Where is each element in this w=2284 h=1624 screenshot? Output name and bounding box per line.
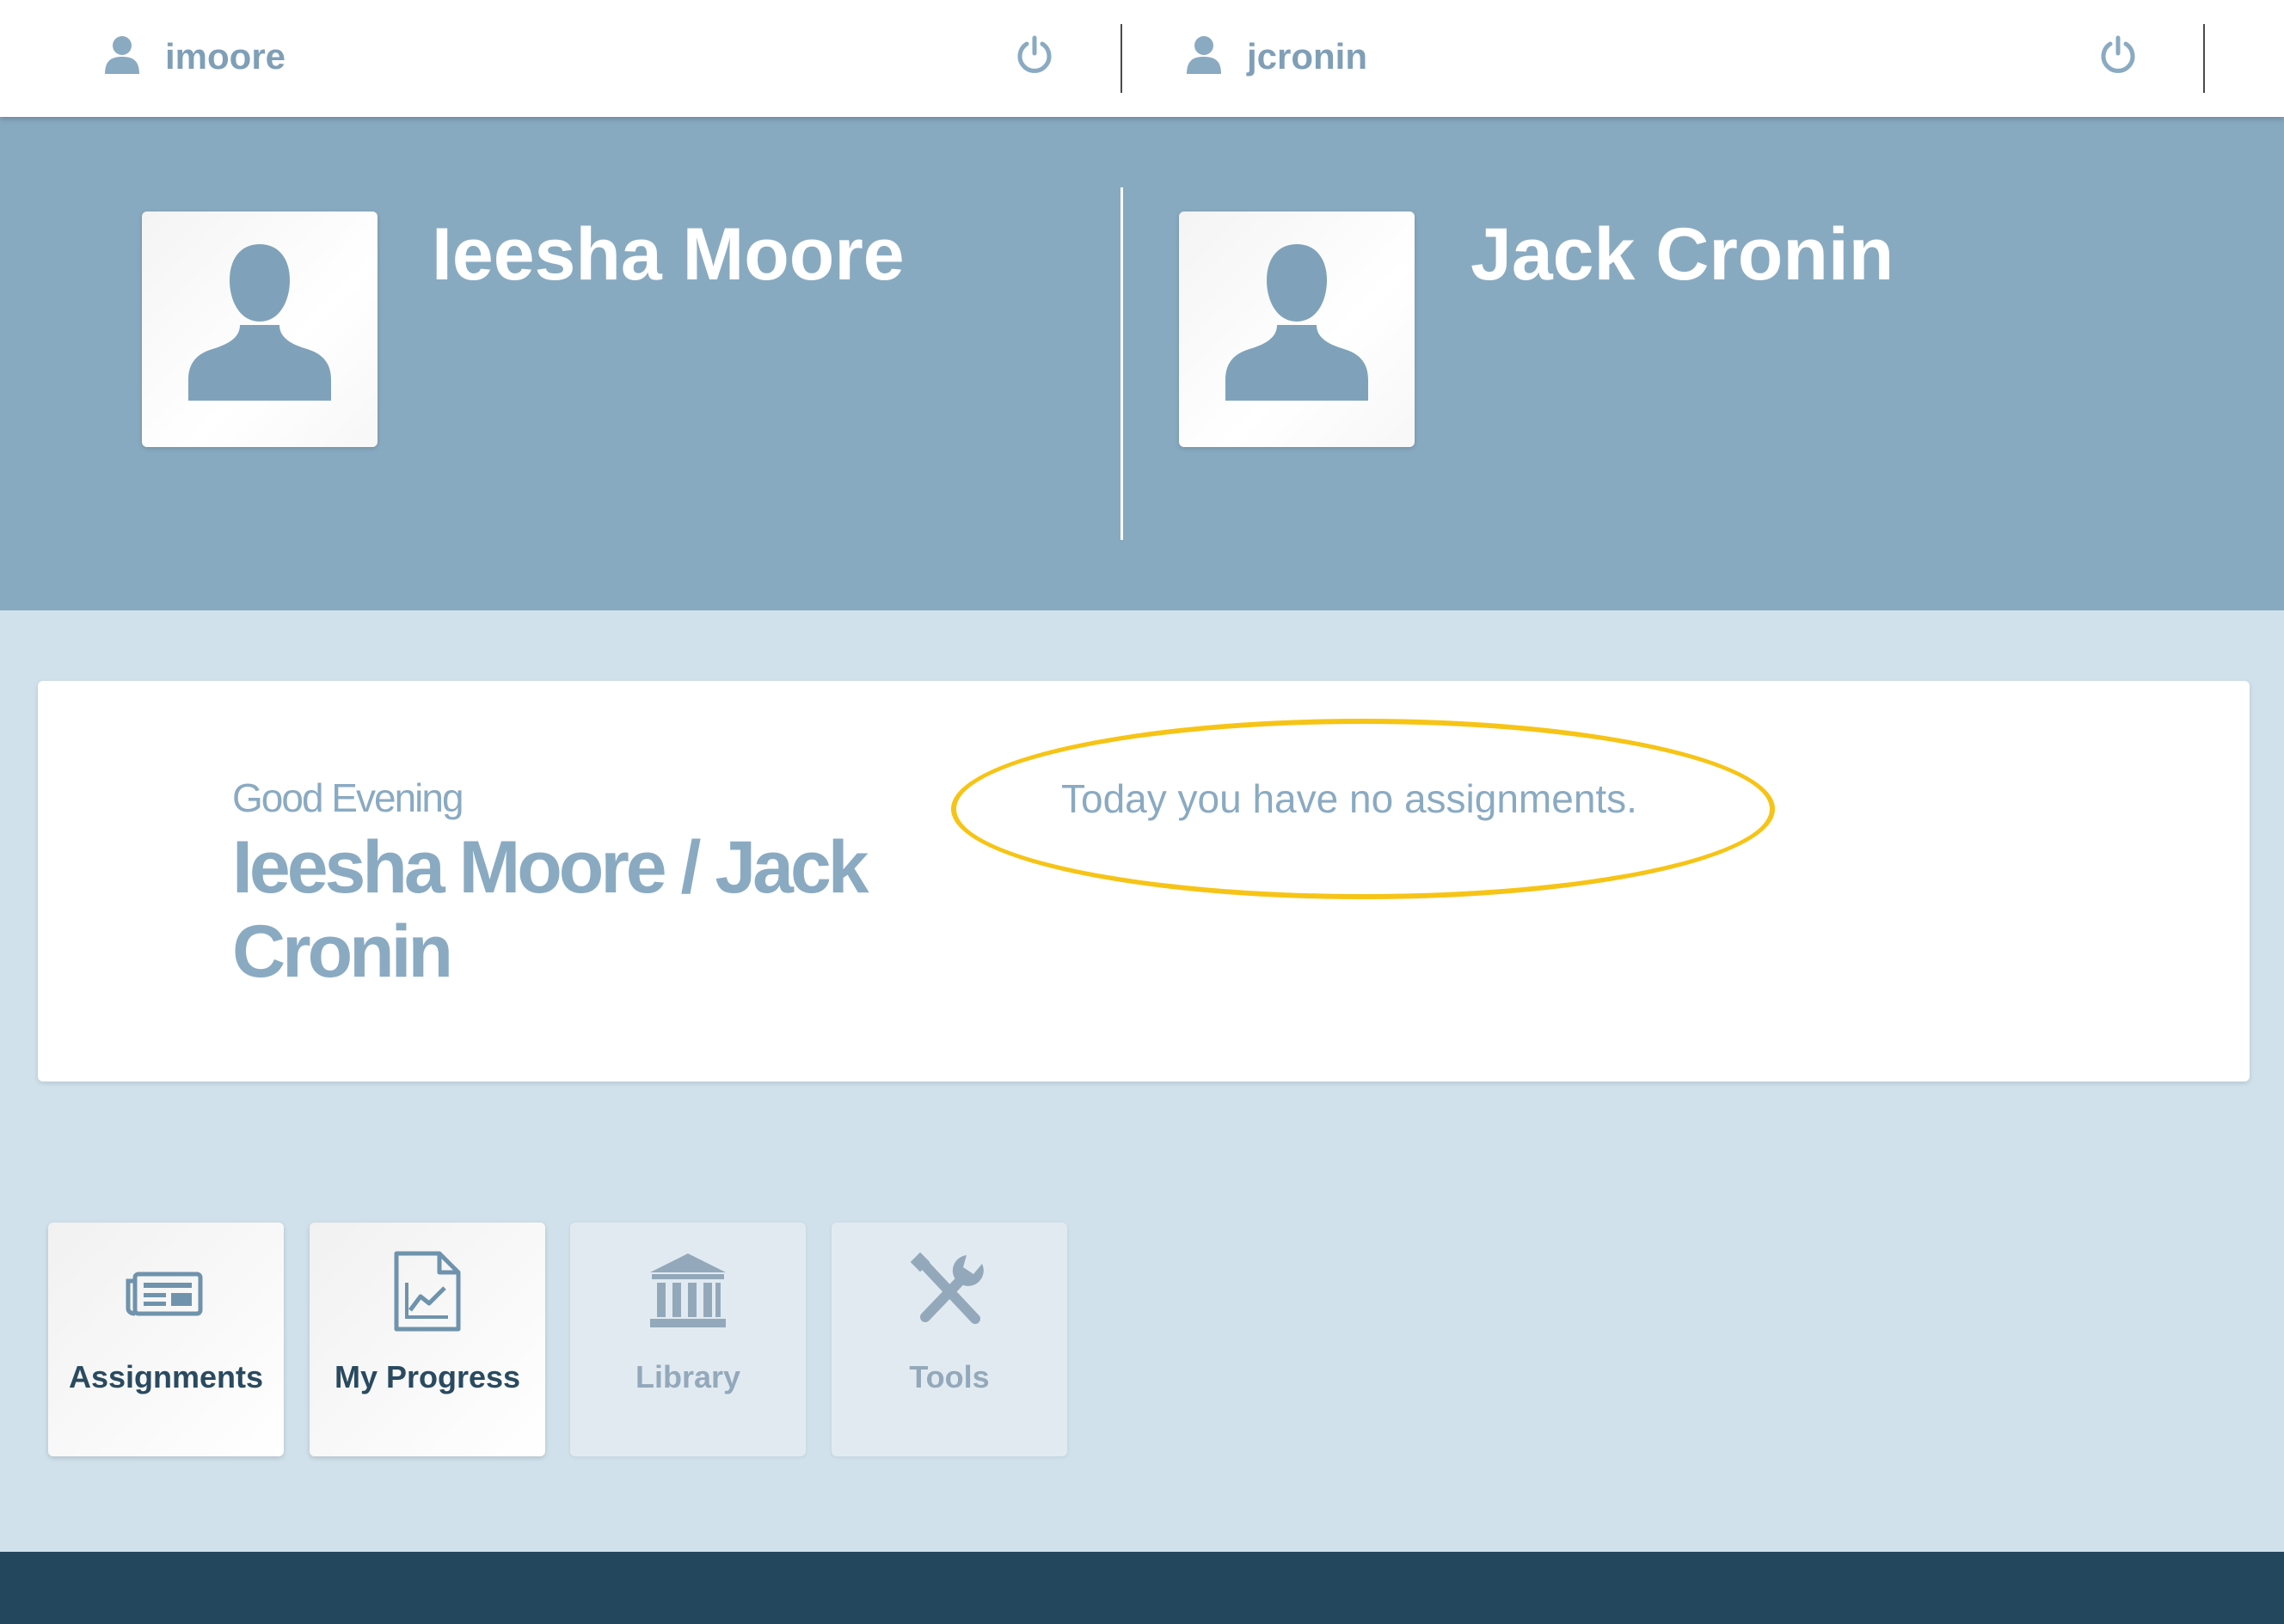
tile-label: Tools — [909, 1359, 990, 1394]
top-user-bar: imoore jcronin — [0, 0, 2284, 117]
my-progress-tile[interactable]: My Progress — [310, 1223, 545, 1456]
footer-bar — [0, 1552, 2284, 1624]
greeting-salutation: Good Evening — [232, 775, 464, 820]
session-imoore: imoore — [0, 0, 1123, 117]
user-icon — [105, 36, 139, 74]
power-icon[interactable] — [2098, 34, 2138, 74]
user-icon — [1187, 36, 1221, 74]
tile-label: My Progress — [334, 1359, 521, 1394]
person-silhouette-icon — [1225, 244, 1368, 401]
profile-divider — [1121, 187, 1123, 540]
assignments-tile[interactable]: Assignments — [48, 1223, 284, 1456]
username-label: imoore — [165, 36, 286, 77]
username-label: jcronin — [1247, 36, 1368, 77]
session-jcronin: jcronin — [1123, 0, 2284, 117]
tile-label: Library — [635, 1359, 741, 1394]
tools-tile[interactable]: Tools — [832, 1223, 1067, 1456]
avatar — [142, 211, 378, 447]
tile-label: Assignments — [68, 1359, 264, 1394]
greeting-card: Good Evening Ieesha Moore / Jack Cronin … — [38, 681, 2250, 1082]
greeting-names: Ieesha Moore / Jack Cronin — [232, 826, 869, 993]
profile-name: Ieesha Moore — [432, 213, 905, 296]
library-tile[interactable]: Library — [570, 1223, 806, 1456]
assignments-message: Today you have no assignments. — [1061, 776, 1637, 821]
power-icon[interactable] — [1015, 34, 1054, 74]
chart-document-icon — [394, 1251, 461, 1332]
person-silhouette-icon — [188, 244, 331, 401]
profile-name: Jack Cronin — [1470, 213, 1894, 296]
tools-icon — [910, 1252, 984, 1324]
session-divider — [1121, 24, 1122, 93]
session-divider — [2203, 24, 2205, 93]
newspaper-icon — [126, 1272, 203, 1316]
avatar — [1179, 211, 1415, 447]
library-icon — [650, 1253, 726, 1327]
profile-header: Ieesha Moore Jack Cronin — [0, 117, 2284, 610]
